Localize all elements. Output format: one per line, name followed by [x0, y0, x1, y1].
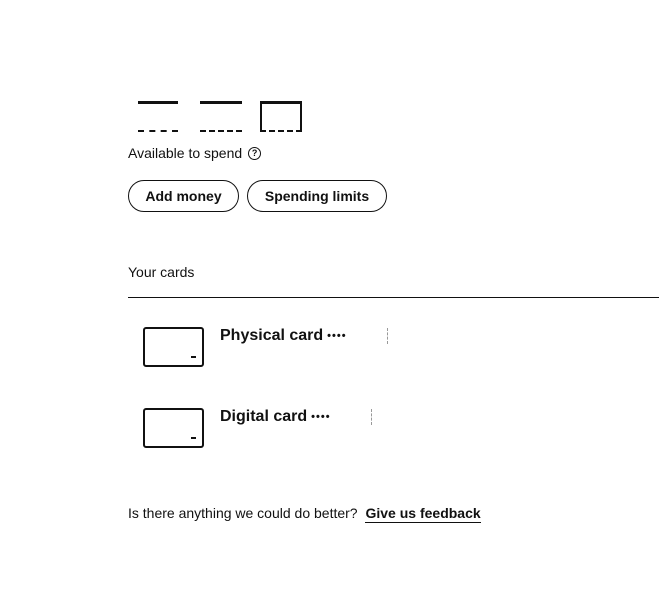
- spending-limits-button[interactable]: Spending limits: [247, 180, 387, 212]
- card-mask: ••••: [311, 411, 331, 423]
- feedback-text: Is there anything we could do better?: [128, 505, 358, 521]
- feedback-prompt: Is there anything we could do better? Gi…: [128, 505, 481, 523]
- question-circle-icon[interactable]: ?: [248, 146, 262, 160]
- card-label: Physical card ••••: [220, 327, 388, 345]
- available-to-spend: Available to spend ?: [128, 145, 262, 161]
- your-cards-heading: Your cards: [128, 264, 195, 280]
- card-digits-redacted: [355, 328, 388, 344]
- balance-amount-redacted: [118, 99, 302, 132]
- available-label: Available to spend: [128, 145, 243, 161]
- add-money-button[interactable]: Add money: [128, 180, 239, 212]
- card-icon: [143, 408, 204, 448]
- card-icon: [143, 327, 204, 367]
- give-feedback-link[interactable]: Give us feedback: [365, 505, 481, 523]
- card-label: Digital card ••••: [220, 408, 372, 426]
- card-mask: ••••: [327, 330, 347, 342]
- card-row-digital[interactable]: Digital card ••••: [143, 408, 372, 448]
- card-row-physical[interactable]: Physical card ••••: [143, 327, 388, 367]
- card-name: Digital card: [220, 408, 308, 425]
- card-name: Physical card: [220, 327, 324, 344]
- balance-actions: Add money Spending limits: [128, 180, 387, 212]
- section-divider: [128, 297, 659, 298]
- card-digits-redacted: [339, 409, 372, 425]
